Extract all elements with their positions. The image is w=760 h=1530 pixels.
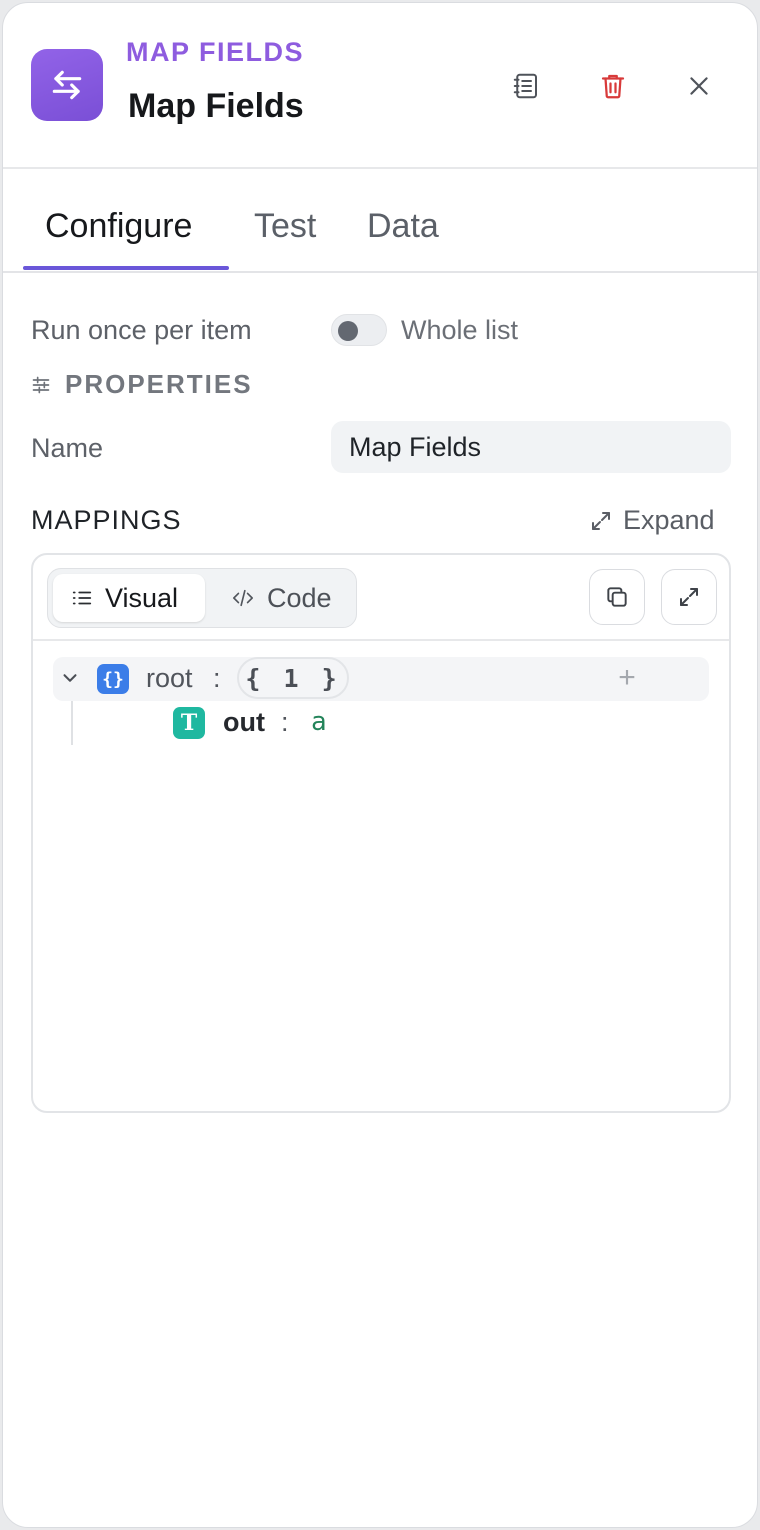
whole-list-label: Whole list xyxy=(401,315,519,345)
notes-button[interactable] xyxy=(503,63,549,109)
name-label: Name xyxy=(31,433,104,463)
list-icon xyxy=(72,591,92,605)
key-separator: : xyxy=(281,707,289,737)
node-type-icon xyxy=(31,49,103,121)
node-title: Map Fields xyxy=(128,87,304,125)
object-type-badge: {} xyxy=(97,664,129,694)
close-icon xyxy=(690,77,708,95)
expand-icon xyxy=(592,511,610,530)
editor-toolbar: Visual Code xyxy=(33,555,729,641)
child-count-pill: { 1 } xyxy=(237,657,349,699)
trash-icon xyxy=(601,74,625,99)
visual-mode-button[interactable]: Visual xyxy=(53,574,205,622)
swap-arrows-icon xyxy=(52,70,82,100)
close-button[interactable] xyxy=(676,63,722,109)
key-separator: : xyxy=(213,663,221,693)
notebook-icon xyxy=(513,73,537,99)
tab-configure[interactable]: Configure xyxy=(45,207,192,246)
tree-guide-line xyxy=(71,701,73,745)
copy-icon xyxy=(607,587,627,607)
field-key-out[interactable]: out xyxy=(223,707,265,738)
mappings-editor: Visual Code {} root: {1} + T out: a xyxy=(31,553,731,1113)
panel-header: MAP FIELDS Map Fields xyxy=(3,3,757,169)
properties-title: PROPERTIES xyxy=(65,369,253,399)
collapse-toggle[interactable] xyxy=(59,667,81,694)
run-mode-toggle[interactable] xyxy=(331,314,387,346)
visual-mode-label: Visual xyxy=(105,582,179,613)
view-mode-switch: Visual Code xyxy=(47,568,357,628)
delete-button[interactable] xyxy=(590,63,636,109)
root-key[interactable]: root xyxy=(146,663,193,694)
code-icon xyxy=(233,589,253,607)
mappings-title: MAPPINGS xyxy=(31,505,182,535)
node-kind-label: MAP FIELDS xyxy=(126,37,305,67)
text-type-badge: T xyxy=(173,707,205,739)
expand-label: Expand xyxy=(623,505,715,535)
add-field-button[interactable]: + xyxy=(609,659,645,697)
tab-bar: Configure Test Data xyxy=(3,171,757,273)
tab-data[interactable]: Data xyxy=(367,207,439,246)
chevron-down-icon xyxy=(63,674,77,682)
map-fields-panel: MAP FIELDS Map Fields Configure Test Dat… xyxy=(2,2,758,1528)
expand-button[interactable]: Expand xyxy=(589,505,715,536)
properties-section-header: PROPERTIES xyxy=(31,369,253,400)
sliders-icon xyxy=(32,376,50,393)
toggle-knob xyxy=(338,321,358,341)
active-tab-indicator xyxy=(23,266,229,270)
tab-test[interactable]: Test xyxy=(254,207,316,246)
tree-row-root[interactable]: {} root : { 1 } + xyxy=(53,657,709,701)
fullscreen-icon xyxy=(680,588,698,606)
code-mode-button[interactable]: Code xyxy=(213,574,350,622)
run-once-per-item-label: Run once per item xyxy=(31,315,252,345)
copy-button[interactable] xyxy=(589,569,645,625)
name-input[interactable] xyxy=(331,421,731,473)
fullscreen-button[interactable] xyxy=(661,569,717,625)
field-value-out[interactable]: a xyxy=(311,707,327,737)
code-mode-label: Code xyxy=(267,582,332,613)
